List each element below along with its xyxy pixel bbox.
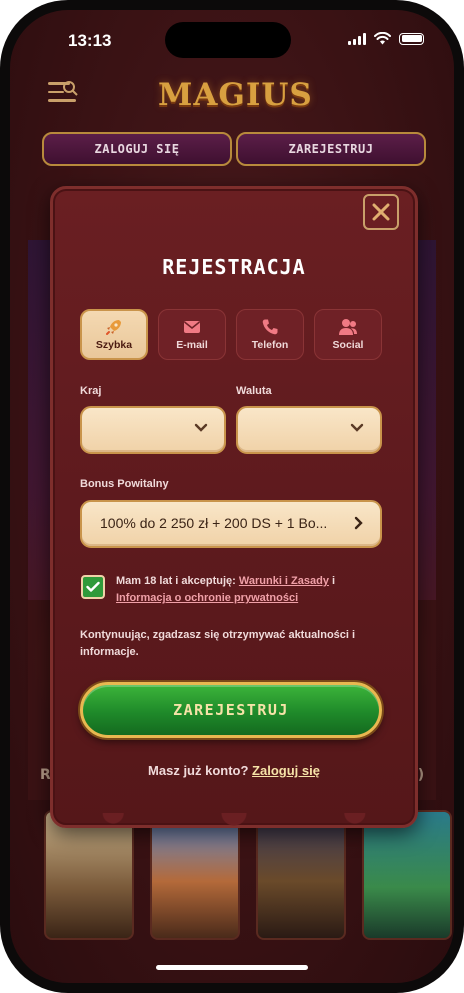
phone-frame: 13:13 MAGIUS ZALOGUJ SIĘ ZAREJESTRUJ R R… [0,0,464,993]
phone-icon [261,318,279,336]
status-icons [348,32,424,45]
brand-logo: MAGIUS [158,77,313,113]
menu-search-icon[interactable] [48,81,78,110]
privacy-link[interactable]: Informacja o ochronie prywatności [116,592,298,604]
have-account-text: Masz już konto? [148,763,253,778]
tab-phone-label: Telefon [251,339,289,351]
close-icon [372,203,390,221]
currency-label: Waluta [236,385,272,397]
checkmark-icon [86,581,100,592]
screen: 13:13 MAGIUS ZALOGUJ SIĘ ZAREJESTRUJ R R… [10,10,454,983]
terms-prefix: Mam 18 lat i akceptuję: [116,575,239,587]
currency-select[interactable] [236,406,382,454]
cellular-signal-icon [348,32,366,45]
users-icon [338,318,358,336]
news-consent-text: Kontynuując, zgadzasz się otrzymywać akt… [80,629,356,658]
header-register-button[interactable]: ZAREJESTRUJ [236,132,426,166]
modal-close-button[interactable] [363,194,399,230]
app-header: MAGIUS [28,65,436,125]
tab-phone[interactable]: Telefon [236,309,304,360]
chevron-down-icon [194,423,208,432]
bonus-value: 100% do 2 250 zł + 200 DS + 1 Bo... [100,515,328,531]
rocket-icon [105,318,123,336]
terms-text: Mam 18 lat i akceptuję: Warunki i Zasady… [116,573,356,607]
chevron-right-icon [354,516,363,530]
home-indicator[interactable] [156,965,308,970]
have-account-line: Masz już konto? Zaloguj się [50,763,418,778]
tab-quick[interactable]: Szybka [80,309,148,360]
modal-title: REJESTRACJA [162,255,306,279]
tab-social-label: Social [332,339,364,351]
tab-email-label: E-mail [176,339,208,351]
wifi-icon [374,32,391,45]
status-time: 13:13 [68,31,112,50]
login-button[interactable]: ZALOGUJ SIĘ [42,132,232,166]
envelope-icon [183,318,201,336]
register-button[interactable]: ZAREJESTRUJ [80,682,382,738]
tab-quick-label: Szybka [95,339,133,351]
status-bar: 13:13 [10,10,454,70]
tab-email[interactable]: E-mail [158,309,226,360]
terms-checkbox[interactable] [81,575,105,599]
battery-icon [399,32,424,45]
terms-link[interactable]: Warunki i Zasady [239,575,329,587]
bonus-select[interactable]: 100% do 2 250 zł + 200 DS + 1 Bo... [80,500,382,548]
country-label: Kraj [80,385,102,397]
terms-mid: i [328,575,336,587]
country-select[interactable] [80,406,226,454]
dynamic-island [165,22,291,58]
bonus-label: Bonus Powitalny [80,478,169,490]
chevron-down-icon [350,423,364,432]
tab-social[interactable]: Social [314,309,382,360]
login-link[interactable]: Zaloguj się [252,763,320,778]
